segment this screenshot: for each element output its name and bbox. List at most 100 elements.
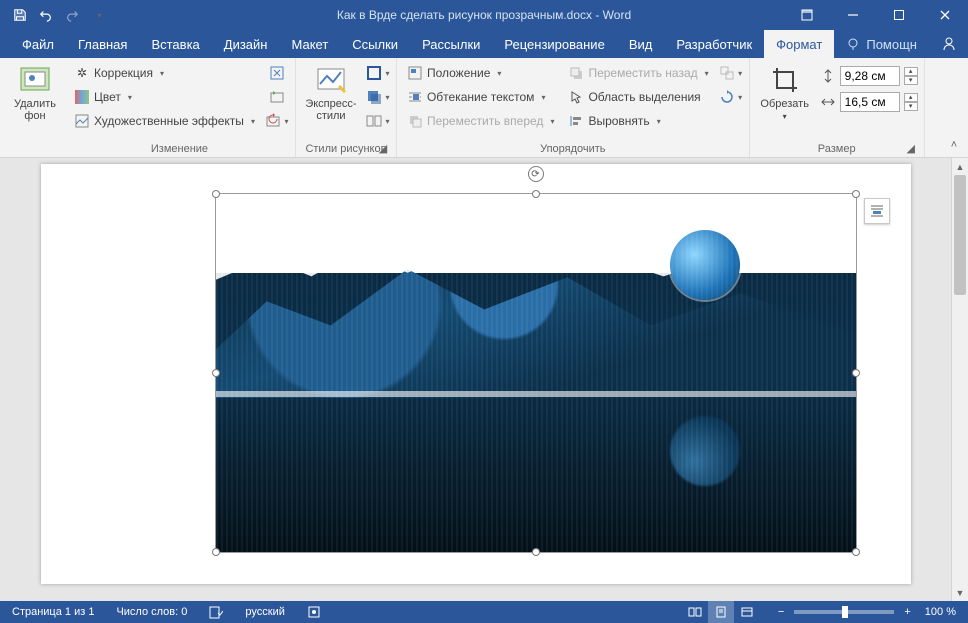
collapse-ribbon-button[interactable]: ˄ [946, 137, 962, 153]
page[interactable]: ⟳ [41, 164, 911, 584]
redo-button[interactable] [60, 3, 84, 27]
qat-customize-button[interactable] [86, 3, 110, 27]
width-down[interactable]: ▾ [904, 102, 918, 111]
align-button[interactable]: Выровнять [564, 110, 712, 132]
view-web[interactable] [734, 601, 760, 623]
change-picture-button[interactable] [265, 86, 289, 108]
rotation-handle[interactable]: ⟳ [528, 166, 544, 182]
quick-styles-button[interactable]: Экспресс-стили [302, 62, 360, 124]
close-button[interactable] [922, 0, 968, 30]
styles-launcher[interactable]: ◢ [376, 141, 390, 155]
title-bar: Как в Врде сделать рисунок прозрачным.do… [0, 0, 968, 30]
scroll-down[interactable]: ▼ [952, 584, 968, 601]
zoom-level[interactable]: 100 % [921, 606, 960, 618]
quick-styles-icon [315, 64, 347, 96]
border-icon [366, 65, 382, 81]
resize-handle-t[interactable] [532, 190, 540, 198]
forward-icon [407, 113, 423, 129]
width-field[interactable]: ▴▾ [820, 92, 918, 112]
resize-handle-r[interactable] [852, 369, 860, 377]
ribbon-options-button[interactable] [784, 0, 830, 30]
selection-pane-button[interactable]: Область выделения [564, 86, 712, 108]
send-backward-button: Переместить назад [564, 62, 712, 84]
reset-icon [265, 113, 281, 129]
height-input[interactable] [840, 66, 900, 86]
color-icon [74, 89, 90, 105]
height-icon [820, 68, 836, 84]
status-bar: Страница 1 из 1 Число слов: 0 русский − … [0, 601, 968, 623]
zoom-in[interactable]: + [900, 606, 914, 618]
tab-file[interactable]: Файл [10, 30, 66, 58]
resize-handle-b[interactable] [532, 548, 540, 556]
compress-icon [269, 65, 285, 81]
width-input[interactable] [840, 92, 900, 112]
scroll-thumb[interactable] [954, 175, 966, 295]
piclayout-icon [366, 113, 382, 129]
picture-layout-button[interactable] [366, 110, 390, 132]
position-icon [407, 65, 423, 81]
ribbon: Удалить фон ✲Коррекция Цвет Художественн… [0, 58, 968, 158]
rotate-icon [719, 89, 735, 105]
tab-home[interactable]: Главная [66, 30, 139, 58]
layout-options-button[interactable] [864, 198, 890, 224]
corrections-button[interactable]: ✲Коррекция [70, 62, 259, 84]
spellcheck-button[interactable] [205, 601, 227, 623]
bring-forward-button: Переместить вперед [403, 110, 559, 132]
crop-button[interactable]: Обрезать▾ [756, 62, 814, 124]
resize-handle-l[interactable] [212, 369, 220, 377]
group-size-label: Размер [818, 143, 856, 155]
reset-picture-button[interactable] [265, 110, 289, 132]
tab-view[interactable]: Вид [617, 30, 665, 58]
picture-effects-button[interactable] [366, 86, 390, 108]
rotate-button[interactable] [719, 86, 743, 108]
height-down[interactable]: ▾ [904, 76, 918, 85]
resize-handle-bl[interactable] [212, 548, 220, 556]
size-launcher[interactable]: ◢ [904, 141, 918, 155]
word-count[interactable]: Число слов: 0 [112, 601, 191, 623]
maximize-button[interactable] [876, 0, 922, 30]
resize-handle-tl[interactable] [212, 190, 220, 198]
language-button[interactable]: русский [241, 601, 288, 623]
remove-background-button[interactable]: Удалить фон [6, 62, 64, 124]
tab-insert[interactable]: Вставка [139, 30, 211, 58]
compress-pictures-button[interactable] [265, 62, 289, 84]
selected-picture[interactable]: ⟳ [216, 194, 856, 552]
minimize-button[interactable] [830, 0, 876, 30]
picture-border-button[interactable] [366, 62, 390, 84]
share-button[interactable] [929, 36, 968, 52]
quick-styles-label: Экспресс-стили [304, 98, 358, 122]
remove-bg-icon [19, 64, 51, 96]
macro-record-button[interactable] [303, 601, 325, 623]
save-button[interactable] [8, 3, 32, 27]
wrap-text-button[interactable]: Обтекание текстом [403, 86, 559, 108]
width-up[interactable]: ▴ [904, 93, 918, 102]
undo-button[interactable] [34, 3, 58, 27]
vertical-scrollbar[interactable]: ▲ ▼ [951, 158, 968, 601]
group-adjust: ✲Коррекция Цвет Художественные эффекты И… [64, 58, 296, 157]
lightbulb-icon [846, 37, 860, 51]
tab-review[interactable]: Рецензирование [492, 30, 616, 58]
height-field[interactable]: ▴▾ [820, 66, 918, 86]
tab-references[interactable]: Ссылки [340, 30, 410, 58]
view-print[interactable] [708, 601, 734, 623]
selection-icon [568, 89, 584, 105]
group-icon [719, 65, 735, 81]
artistic-effects-button[interactable]: Художественные эффекты [70, 110, 259, 132]
page-indicator[interactable]: Страница 1 из 1 [8, 601, 98, 623]
zoom-slider[interactable] [794, 610, 894, 614]
scroll-up[interactable]: ▲ [952, 158, 968, 175]
tab-design[interactable]: Дизайн [212, 30, 280, 58]
resize-handle-tr[interactable] [852, 190, 860, 198]
tab-format[interactable]: Формат [764, 30, 834, 58]
tell-me[interactable]: Помощн [834, 30, 929, 58]
position-button[interactable]: Положение [403, 62, 559, 84]
view-read[interactable] [682, 601, 708, 623]
zoom-out[interactable]: − [774, 606, 788, 618]
zoom-thumb[interactable] [842, 606, 848, 618]
tab-developer[interactable]: Разработчик [664, 30, 764, 58]
height-up[interactable]: ▴ [904, 67, 918, 76]
color-button[interactable]: Цвет [70, 86, 259, 108]
tab-mailings[interactable]: Рассылки [410, 30, 492, 58]
resize-handle-br[interactable] [852, 548, 860, 556]
tab-layout[interactable]: Макет [279, 30, 340, 58]
